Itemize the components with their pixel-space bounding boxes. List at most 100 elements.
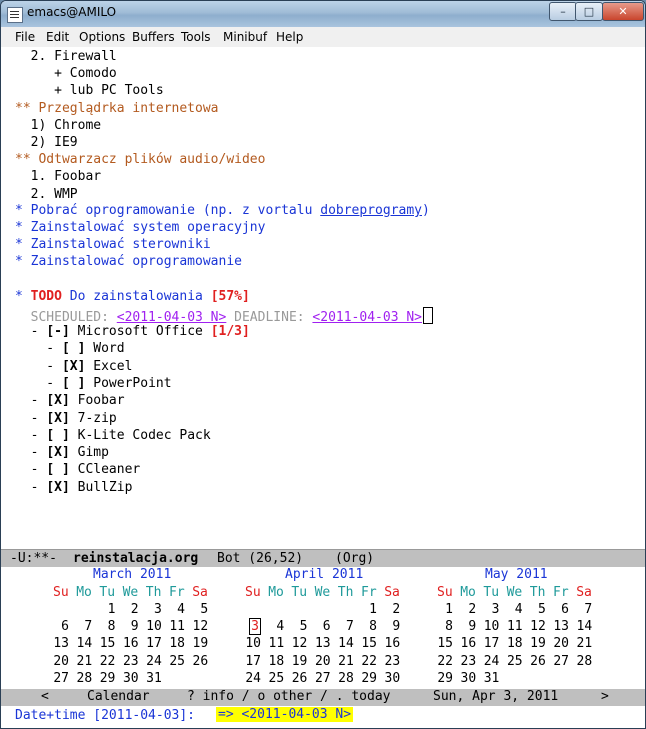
checklist-item[interactable]: - [X] BullZip: [15, 480, 133, 497]
calendar-day[interactable]: 16: [456, 636, 477, 651]
calendar-day[interactable]: 11: [165, 619, 185, 634]
calendar-day[interactable]: 11: [264, 636, 285, 651]
calendar-day[interactable]: 6: [549, 602, 569, 617]
calendar-day[interactable]: 5: [526, 602, 546, 617]
calendar-day[interactable]: 26: [526, 654, 546, 669]
menu-file[interactable]: File: [15, 30, 35, 44]
calendar-day[interactable]: 5: [287, 619, 308, 634]
calendar-day[interactable]: 24: [479, 654, 500, 669]
calendar-day[interactable]: 8: [433, 619, 453, 634]
calendar-day[interactable]: 15: [95, 636, 116, 651]
calendar-day[interactable]: 7: [334, 619, 354, 634]
calendar-day[interactable]: 19: [287, 654, 308, 669]
calendar-day[interactable]: 21: [334, 654, 354, 669]
minimize-button[interactable]: –: [549, 2, 577, 21]
calendar-day[interactable]: 14: [334, 636, 354, 651]
calendar-day[interactable]: 10: [241, 636, 261, 651]
calendar-day[interactable]: 5: [188, 602, 208, 617]
calendar-day[interactable]: 20: [49, 654, 69, 669]
calendar-day[interactable]: 31: [479, 671, 500, 686]
calendar-day[interactable]: 27: [311, 671, 331, 686]
calendar-day[interactable]: 9: [119, 619, 139, 634]
calendar-next[interactable]: >: [601, 689, 609, 704]
calendar-day[interactable]: 6: [311, 619, 331, 634]
menu-edit[interactable]: Edit: [46, 30, 69, 44]
calendar-day[interactable]: 27: [549, 654, 569, 669]
calendar-day[interactable]: 25: [503, 654, 523, 669]
title-bar[interactable]: emacs@AMILO – □ ✕: [1, 1, 645, 27]
calendar-day[interactable]: 23: [119, 654, 139, 669]
checklist-item[interactable]: - [X] Excel: [15, 359, 132, 376]
calendar-day[interactable]: 2: [380, 602, 400, 617]
calendar-day[interactable]: 19: [526, 636, 546, 651]
calendar-day[interactable]: 30: [380, 671, 401, 686]
calendar-day[interactable]: 13: [49, 636, 69, 651]
calendar-day[interactable]: 13: [549, 619, 569, 634]
calendar-day[interactable]: 1: [357, 602, 377, 617]
calendar-prev[interactable]: <: [41, 689, 49, 704]
calendar-day[interactable]: 18: [503, 636, 523, 651]
scheduled-date[interactable]: <2011-04-03 N>: [117, 310, 227, 325]
checklist-item[interactable]: - [ ] K-Lite Codec Pack: [15, 428, 211, 445]
calendar-day[interactable]: 30: [119, 671, 139, 686]
editor-buffer[interactable]: 2. Firewall + Comodo + lub PC Tools ** Pr…: [1, 47, 645, 549]
checkbox[interactable]: [ ]: [62, 341, 85, 356]
calendar-day[interactable]: 28: [334, 671, 354, 686]
calendar-day[interactable]: 23: [456, 654, 477, 669]
deadline-date[interactable]: <2011-04-03 N>: [312, 310, 422, 325]
checkbox[interactable]: [X]: [46, 445, 69, 460]
calendar-day[interactable]: 4: [503, 602, 523, 617]
calendar-day[interactable]: 4: [165, 602, 185, 617]
checklist-item[interactable]: - [X] Foobar: [15, 393, 125, 410]
calendar-day[interactable]: 10: [142, 619, 162, 634]
calendar-day[interactable]: 15: [433, 636, 453, 651]
close-button[interactable]: ✕: [602, 2, 644, 21]
checkbox[interactable]: [X]: [46, 411, 69, 426]
calendar-day[interactable]: 16: [380, 636, 401, 651]
calendar-day[interactable]: 2: [456, 602, 476, 617]
calendar-day[interactable]: 1: [433, 602, 453, 617]
calendar-day[interactable]: 14: [72, 636, 93, 651]
calendar-day[interactable]: 12: [287, 636, 308, 651]
calendar-day[interactable]: 21: [572, 636, 593, 651]
calendar-day[interactable]: 24: [142, 654, 162, 669]
checkbox[interactable]: [X]: [62, 359, 85, 374]
calendar-day[interactable]: 18: [264, 654, 285, 669]
calendar-day[interactable]: 29: [357, 671, 377, 686]
calendar-day[interactable]: 1: [95, 602, 116, 617]
calendar-day[interactable]: 17: [479, 636, 500, 651]
maximize-button[interactable]: □: [575, 2, 603, 21]
calendar-day[interactable]: 13: [311, 636, 331, 651]
calendar-day[interactable]: 26: [188, 654, 209, 669]
calendar-day[interactable]: 6: [49, 619, 69, 634]
calendar-day[interactable]: 29: [433, 671, 453, 686]
calendar-day[interactable]: 20: [549, 636, 569, 651]
calendar-day[interactable]: 28: [72, 671, 93, 686]
calendar-day[interactable]: 18: [165, 636, 185, 651]
calendar-day[interactable]: 20: [311, 654, 331, 669]
calendar-day[interactable]: 22: [357, 654, 377, 669]
calendar-day[interactable]: 8: [357, 619, 377, 634]
menu-buffers[interactable]: Buffers: [132, 30, 175, 44]
checklist-item[interactable]: - [X] 7-zip: [15, 411, 117, 428]
link-dobreprogramy[interactable]: dobreprogramy: [320, 203, 422, 218]
calendar-day[interactable]: 2: [119, 602, 139, 617]
calendar-day[interactable]: 22: [433, 654, 453, 669]
checklist-item[interactable]: - [ ] PowerPoint: [15, 376, 171, 393]
calendar-day[interactable]: 31: [142, 671, 162, 686]
calendar-day[interactable]: 10: [479, 619, 500, 634]
menu-minibuf[interactable]: Minibuf: [223, 30, 267, 44]
minibuffer[interactable]: Date+time [2011-04-03]: => <2011-04-03 N…: [1, 706, 645, 728]
checkbox[interactable]: [ ]: [62, 376, 85, 391]
calendar-day[interactable]: 11: [503, 619, 523, 634]
menu-options[interactable]: Options: [79, 30, 125, 44]
calendar-day[interactable]: 16: [119, 636, 139, 651]
calendar-day[interactable]: 12: [188, 619, 209, 634]
checklist-item[interactable]: - [ ] CCleaner: [15, 462, 141, 479]
calendar-day[interactable]: 7: [572, 602, 592, 617]
checkbox[interactable]: [X]: [46, 480, 69, 495]
checkbox[interactable]: [X]: [46, 393, 69, 408]
calendar-day[interactable]: 30: [456, 671, 477, 686]
calendar-day[interactable]: 3: [479, 602, 500, 617]
calendar-day[interactable]: 27: [49, 671, 69, 686]
